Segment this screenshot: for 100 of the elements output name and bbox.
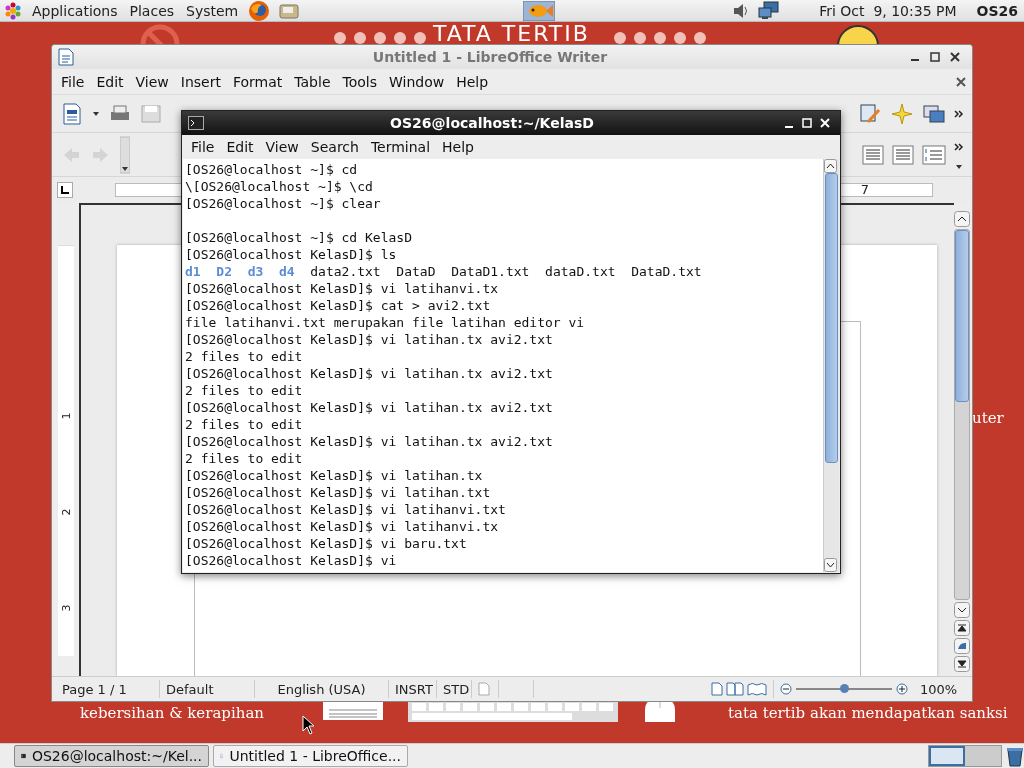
- menu-item[interactable]: View: [259, 139, 305, 155]
- terminal-line: [OS26@localhost KelasD]$ ls: [185, 246, 398, 263]
- zoom-level[interactable]: 100%: [914, 680, 972, 698]
- terminal-window[interactable]: [181, 110, 841, 574]
- terminal-line: [OS26@localhost KelasD]$ vi latihan.tx avi2.txt: [185, 365, 554, 382]
- file-name: DataD1.txt: [451, 264, 530, 279]
- menu-item[interactable]: Search: [304, 139, 365, 155]
- file-name: dataD.txt: [545, 264, 616, 279]
- menu-item[interactable]: Edit: [220, 139, 260, 155]
- window-title: OS26@localhost:~/KelasD: [389, 115, 595, 131]
- speaker-icon[interactable]: [731, 1, 750, 20]
- single-page-icon[interactable]: [711, 682, 723, 696]
- terminal-line: [OS26@localhost KelasD]$ vi latihanvi.tx: [185, 280, 500, 297]
- menu-item[interactable]: File: [55, 73, 91, 90]
- numbered-list-icon[interactable]: [922, 143, 946, 166]
- directory-name: d1: [185, 264, 201, 279]
- document-icon: [58, 48, 74, 66]
- menu-item[interactable]: File: [185, 139, 221, 155]
- terminal-line: [OS26@localhost KelasD]$ vi latihanvi.tx: [185, 518, 500, 535]
- menu-item[interactable]: Table: [288, 73, 337, 90]
- wallpaper-text: uter: [972, 409, 1004, 427]
- scrollbar-thumb[interactable]: [825, 173, 838, 463]
- scroll-down-icon[interactable]: [824, 558, 837, 572]
- taskbar-button[interactable]: Untitled 1 - LibreOffice...: [213, 745, 408, 767]
- menu-item[interactable]: Help: [450, 73, 495, 90]
- book-view-icon[interactable]: [747, 682, 767, 696]
- terminal-line: [OS26@localhost KelasD]$ vi latihan.tx: [185, 467, 484, 484]
- scroll-down-icon[interactable]: [954, 602, 970, 618]
- page-up-icon[interactable]: [954, 620, 970, 636]
- figure-drawing: [836, 22, 880, 44]
- foot-icon[interactable]: [4, 1, 22, 20]
- slider-thumb[interactable]: [840, 684, 849, 693]
- network-icon[interactable]: [757, 0, 782, 21]
- terminal-line: 2 files to edit: [185, 382, 304, 399]
- window-title: Untitled 1 - LibreOffice Writer: [371, 49, 609, 65]
- terminal-line: [OS26@localhost ~]$ cd KelasD: [185, 229, 413, 246]
- page-style[interactable]: Default: [160, 680, 255, 698]
- selection-mode[interactable]: STD: [437, 680, 472, 698]
- globe-icon[interactable]: [248, 0, 271, 22]
- terminal-line: [OS26@localhost ~]$ cd: [185, 161, 359, 178]
- wallpaper-caption: tata tertib akan mendapatkan sanksi: [728, 704, 1008, 722]
- terminal-line: [OS26@localhost KelasD]$ vi latihanvi.txt: [185, 501, 507, 518]
- terminal-line: 2 files to edit: [185, 348, 304, 365]
- terminal-line: [OS26@localhost KelasD]$ vi latihan.tx avi2.txt: [185, 399, 554, 416]
- fish-icon[interactable]: [523, 0, 556, 21]
- menu-item[interactable]: Help: [436, 139, 480, 155]
- taskbar-button[interactable]: OS26@localhost:~/Kel...: [14, 745, 209, 767]
- page-indicator[interactable]: Page 1 / 1: [56, 680, 160, 698]
- menu-item[interactable]: View: [129, 73, 175, 90]
- menu-item[interactable]: Window: [383, 73, 451, 90]
- navigator-icon[interactable]: [954, 638, 970, 654]
- terminal-line: 2 files to edit: [185, 450, 304, 467]
- wallpaper-heading: TATA TERTIB: [433, 22, 590, 46]
- scroll-up-icon[interactable]: [824, 159, 837, 173]
- page-down-icon[interactable]: [954, 656, 970, 672]
- scrollbar[interactable]: [954, 229, 970, 600]
- menu-item[interactable]: Insert: [174, 73, 227, 90]
- new-document-icon[interactable]: [60, 101, 84, 126]
- directory-name: d3: [247, 264, 264, 279]
- directory-name: D2: [216, 264, 232, 279]
- ruler-label: 7: [860, 184, 869, 196]
- menu-item[interactable]: Format: [226, 73, 289, 90]
- menu-item[interactable]: Edit: [90, 73, 130, 90]
- edit-pencil-icon[interactable]: [858, 101, 882, 126]
- terminal-line: [OS26@localhost KelasD]$ vi baru.txt: [185, 535, 468, 552]
- align-justify-icon[interactable]: [862, 143, 884, 166]
- scrollbar-thumb[interactable]: [955, 230, 969, 402]
- align-justify-icon[interactable]: [892, 143, 914, 166]
- terminal-line: [OS26@localhost KelasD]$ vi: [185, 552, 398, 569]
- file-name: data2.txt: [310, 264, 381, 279]
- terminal-line: [OS26@localhost ~]$ clear: [185, 195, 382, 212]
- star-icon[interactable]: [890, 101, 914, 126]
- insert-mode[interactable]: INSRT: [389, 680, 437, 698]
- clock[interactable]: Fri Oct 9, 10:35 PM: [813, 2, 963, 19]
- panel-menu[interactable]: Applications: [26, 2, 124, 19]
- terminal-line: [OS26@localhost KelasD]$ vi latihan.tx avi2.txt: [185, 433, 554, 450]
- language-indicator[interactable]: English (USA): [255, 680, 389, 698]
- tab-stop-icon[interactable]: [61, 186, 69, 194]
- panel-menu[interactable]: Places: [123, 2, 181, 19]
- dropdown-icon[interactable]: [120, 134, 130, 175]
- panel-menu[interactable]: System: [180, 2, 245, 19]
- zoom-out-icon[interactable]: [780, 683, 792, 695]
- user-name[interactable]: OS26: [976, 2, 1018, 19]
- workspace[interactable]: [929, 746, 965, 766]
- menu-item[interactable]: Tools: [336, 73, 383, 90]
- scroll-up-icon[interactable]: [954, 211, 970, 227]
- cursor-icon: [302, 715, 316, 735]
- terminal-line: [OS26@localhost KelasD]$ cat > avi2.txt: [185, 297, 492, 314]
- zoom-in-icon[interactable]: [896, 683, 908, 695]
- ruler-label: 2: [60, 508, 72, 516]
- directory-name: d4: [278, 264, 295, 279]
- two-pages-icon[interactable]: [726, 682, 744, 696]
- menu-item[interactable]: Terminal: [364, 139, 437, 155]
- wallpaper-caption: kebersihan & kerapihan: [80, 704, 264, 722]
- trash-icon[interactable]: [1006, 745, 1024, 767]
- terminal-line: [OS26@localhost KelasD]$ vi latihan.txt: [185, 484, 492, 501]
- file-name: DataD.txt: [631, 264, 702, 279]
- ruler-label: 3: [60, 604, 72, 612]
- terminal-icon: [188, 116, 204, 130]
- terminal-line: [OS26@localhost KelasD]$ vi latihan.tx avi2.txt: [185, 331, 554, 348]
